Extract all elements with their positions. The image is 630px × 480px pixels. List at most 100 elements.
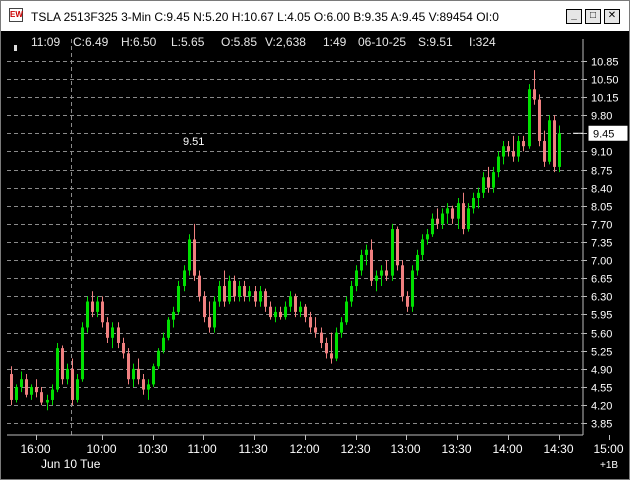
candle-body	[25, 379, 28, 395]
time-tick-label: 14:00	[493, 442, 523, 456]
candle-body	[46, 399, 49, 403]
candle-body	[71, 368, 74, 400]
candle-body	[309, 317, 312, 328]
time-tick-label: 16:00	[21, 442, 51, 456]
candle-body	[507, 146, 510, 152]
candle-body	[238, 286, 241, 297]
candle-body	[477, 192, 480, 198]
candle-body	[528, 89, 531, 147]
candle-body	[213, 301, 216, 328]
time-tick-label: 10:00	[87, 442, 117, 456]
price-tick-label: 4.90	[591, 365, 612, 377]
price-tick-label: 9.80	[591, 111, 612, 123]
candle-body	[172, 311, 175, 320]
price-tick-label: 3.85	[591, 419, 612, 431]
status-close: C:6.49	[73, 35, 109, 49]
candle-body	[35, 386, 38, 393]
time-tick-label: 12:00	[290, 442, 320, 456]
candle-body	[137, 368, 140, 380]
time-tick-label: 13:00	[391, 442, 421, 456]
candle-body	[533, 89, 536, 100]
candle-body	[177, 286, 180, 312]
candle-body	[436, 218, 439, 224]
candle-body	[462, 203, 465, 230]
candle-body	[20, 379, 23, 387]
candle-body	[502, 146, 505, 157]
candle-body	[335, 332, 338, 359]
candle-body	[457, 203, 460, 219]
candle-body	[411, 270, 414, 307]
candle-body	[81, 327, 84, 380]
drag-handle-icon[interactable]	[14, 45, 17, 51]
candle-body	[350, 286, 353, 302]
candle-body	[538, 99, 541, 142]
price-tick-label: 10.85	[591, 57, 619, 69]
candle-body	[264, 291, 267, 307]
candle-body	[233, 280, 236, 297]
candle-body	[340, 322, 343, 333]
candle-body	[279, 311, 282, 318]
status-date: 06-10-25	[358, 35, 407, 49]
close-button[interactable]: ✕	[604, 9, 620, 24]
candle-body	[497, 156, 500, 173]
candle-body	[122, 342, 125, 354]
price-tick-label: 7.70	[591, 220, 612, 232]
candle-body	[198, 275, 201, 297]
candle-body	[193, 239, 196, 276]
candle-body	[228, 280, 231, 302]
candle-body	[517, 141, 520, 157]
window-title: TSLA 2513F325 3-Min C:9.45 N:5.20 H:10.6…	[31, 10, 499, 24]
candle-body	[111, 327, 114, 338]
status-i: I:324	[469, 35, 496, 49]
candle-body	[401, 265, 404, 297]
maximize-button[interactable]: □	[585, 9, 601, 24]
candle-body	[294, 296, 297, 312]
status-low: L:5.65	[171, 35, 205, 49]
axis-corner-label: +1B	[600, 460, 618, 471]
candle-body	[61, 348, 64, 380]
minimize-button[interactable]: _	[566, 9, 582, 24]
time-tick-label: 11:00	[188, 442, 217, 456]
candle-body	[208, 317, 211, 328]
price-chart[interactable]: 3.85 4.20 4.55 4.90 5.25 5.60 5.95 6.30 6.65 7.00…	[1, 31, 629, 479]
price-tick-label: 9.10	[591, 147, 612, 159]
chart-window: EW TSLA 2513F325 3-Min C:9.45 N:5.20 H:1…	[0, 0, 630, 480]
candle-body	[380, 270, 383, 276]
candle-body	[482, 177, 485, 193]
candle-body	[365, 249, 368, 255]
candle-body	[96, 301, 99, 312]
price-tick-label: 6.65	[591, 274, 612, 286]
candle-body	[543, 141, 546, 162]
price-tick-label: 5.95	[591, 310, 612, 322]
candle-body	[421, 239, 424, 255]
time-tick-label: 14:30	[544, 442, 574, 456]
status-high: H:6.50	[121, 35, 157, 49]
candle-body	[157, 350, 160, 367]
app-icon[interactable]: EW	[9, 8, 23, 22]
candle-body	[243, 286, 246, 297]
candle-body	[56, 348, 59, 390]
candle-body	[330, 353, 333, 359]
candle-body	[446, 208, 449, 214]
candle-body	[269, 306, 272, 318]
candle-body	[314, 327, 317, 333]
candle-body	[10, 374, 13, 400]
time-tick-label: 11:30	[239, 442, 268, 456]
candle-body	[355, 270, 358, 287]
status-volume: V:2,638	[265, 35, 306, 49]
candle-body	[167, 319, 170, 338]
candle-body	[183, 270, 186, 287]
candle-body	[218, 286, 221, 302]
status-time: 11:09	[31, 35, 61, 49]
candle-body	[152, 366, 155, 385]
title-bar[interactable]: EW TSLA 2513F325 3-Min C:9.45 N:5.20 H:1…	[1, 1, 629, 31]
candle-body	[40, 392, 43, 403]
candle-body	[426, 234, 429, 240]
candle-body	[101, 301, 104, 323]
crosshair-price-label: 9.51	[183, 136, 204, 148]
price-tick-label: 10.15	[591, 93, 619, 105]
price-tick-label: 8.40	[591, 184, 612, 196]
candle-body	[259, 291, 262, 302]
candle-body	[76, 379, 79, 400]
candle-body	[15, 386, 18, 400]
